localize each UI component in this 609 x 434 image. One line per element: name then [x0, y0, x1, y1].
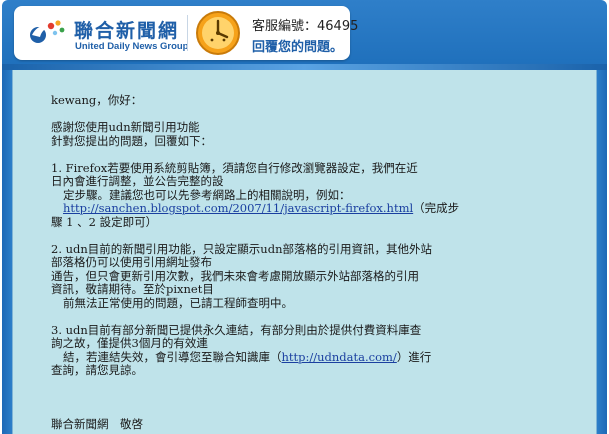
answer-3-line: 3. udn目前有部分新聞已提供永久連結，有部分則由於提供付費資料庫查	[51, 322, 422, 337]
answer-2-line: 資訊，敬請期待。至於pixnet目	[51, 282, 214, 296]
header-band: 聯合新聞網 United Daily News Group 客服編號：46495…	[2, 0, 607, 70]
signature: 聯合新聞網 敬啓	[51, 417, 143, 431]
answer-3-text: 結，若連結失效，會引導您至聯合知識庫（	[63, 349, 282, 364]
udn-logo-icon	[30, 20, 65, 43]
intro-line: 針對您提出的問題，回覆如下：	[51, 133, 212, 148]
answer-1-line: 1. Firefox若要使用系統剪貼簿，須請您自行修改瀏覽器設定，我們在近	[51, 160, 418, 175]
answer-3-link-line: 結，若連結失效，會引導您至聯合知識庫（http://udndata.com/）進…	[51, 349, 481, 365]
answer-3-line: 查詢，請您見諒。	[51, 363, 143, 377]
message-panel: kewang，你好： 感謝您使用udn新聞引用功能 針對您提出的問題，回覆如下：…	[12, 70, 597, 434]
answer-1-text: （完成步	[413, 201, 460, 215]
answer-1-line: 日內會進行調整，並公告完整的設	[51, 174, 224, 188]
answer-1-line: 驟 1 、2 設定即可）	[51, 214, 158, 229]
firefox-guide-link[interactable]: http://sanchen.blogspot.com/2007/11/java…	[63, 201, 413, 215]
greeting: kewang，你好：	[51, 93, 143, 107]
left-rail	[2, 70, 12, 434]
answer-2-line: 2. udn目前的新聞引用功能，只設定顯示udn部落格的引用資訊，其他外站	[51, 241, 432, 256]
answer-1-line: 定步驟。建議您也可以先參考網路上的相關說明，例如：	[63, 187, 351, 202]
message-body: kewang，你好： 感謝您使用udn新聞引用功能 針對您提出的問題，回覆如下：…	[51, 93, 481, 432]
logo-divider	[187, 15, 188, 51]
header-card: 聯合新聞網 United Daily News Group 客服編號：46495…	[14, 6, 358, 60]
answer-2-line: 通告，但只會更新引用次數，我們未來會考慮開放顯示外站部落格的引用	[51, 268, 419, 283]
clock-icon	[196, 11, 240, 55]
answer-1-link-line: http://sanchen.blogspot.com/2007/11/java…	[51, 201, 481, 216]
reply-title: 回覆您的問題。	[252, 40, 344, 55]
answer-2-line: 部落格仍可以使用引用網址發布	[51, 255, 212, 269]
answer-3-text: ）進行	[396, 349, 432, 364]
udndata-link[interactable]: http://udndata.com/	[282, 350, 397, 364]
answer-3-line: 詢之故，僅提供3個月的有效連	[51, 336, 208, 350]
logo-english-name: United Daily News Group	[75, 41, 189, 52]
intro-line: 感謝您使用udn新聞引用功能	[51, 120, 200, 134]
right-rail	[597, 70, 607, 434]
answer-2-line: 前無法正常使用的問題，已請工程師查明中。	[63, 295, 293, 310]
logo-chinese-name: 聯合新聞網	[74, 20, 180, 42]
window: 聯合新聞網 United Daily News Group 客服編號：46495…	[0, 0, 609, 434]
service-id: 客服編號：46495	[252, 19, 359, 34]
